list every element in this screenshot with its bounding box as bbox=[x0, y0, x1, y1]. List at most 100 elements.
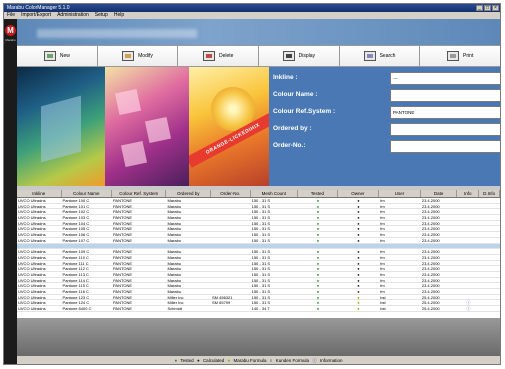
owner-marker-icon bbox=[338, 244, 380, 249]
table-cell: PANTONE bbox=[113, 203, 132, 209]
table-cell bbox=[62, 244, 112, 249]
table-cell: Marabu bbox=[167, 209, 182, 215]
menu-bar: File Import/Export Administration Setup … bbox=[4, 12, 500, 19]
table-cell: UVCO Ultradns bbox=[18, 209, 46, 215]
table-cell bbox=[479, 204, 500, 209]
table-cell: Pantone 115 C bbox=[62, 283, 89, 288]
column-header[interactable]: Tested bbox=[298, 190, 338, 197]
table-cell: PANTONE bbox=[113, 289, 132, 294]
calculated-marker-icon: ● bbox=[196, 358, 200, 363]
owner-marker-icon: ● bbox=[357, 249, 360, 254]
table-cell: 23.4.2000 bbox=[421, 254, 440, 260]
tested-marker-icon bbox=[298, 244, 338, 249]
table-cell bbox=[211, 289, 251, 294]
table-cell: 23.4.2000 bbox=[421, 249, 440, 254]
table-cell bbox=[479, 198, 500, 203]
table-cell: Pantone 105 C bbox=[62, 226, 90, 232]
column-header[interactable]: Owner bbox=[338, 190, 380, 197]
table-cell bbox=[479, 209, 500, 214]
table-cell: UVCO Ultradns bbox=[18, 232, 46, 237]
delete-button-label: Delete bbox=[218, 53, 234, 59]
table-cell: Pantone 124 C bbox=[62, 300, 90, 306]
table-cell bbox=[211, 244, 251, 249]
menu-setup[interactable]: Setup bbox=[95, 12, 108, 19]
table-cell: 150 - 31 S bbox=[251, 283, 271, 288]
table-body: UVCO Ultradns Pantone 100 C PANTONE Marabu 1… bbox=[17, 198, 500, 312]
order-no-field[interactable] bbox=[390, 140, 500, 153]
table-cell bbox=[479, 300, 500, 305]
column-header[interactable]: D.Info bbox=[479, 190, 500, 197]
menu-administration[interactable]: Administration bbox=[57, 12, 89, 19]
table-cell: Marabu bbox=[167, 237, 182, 243]
table-cell bbox=[211, 204, 251, 209]
column-header[interactable]: Info bbox=[457, 190, 480, 197]
column-header[interactable]: Mesh Count bbox=[251, 190, 299, 197]
owner-marker-icon: ● bbox=[357, 300, 360, 306]
minimize-icon[interactable]: _ bbox=[476, 5, 483, 11]
table-cell: Marabu bbox=[167, 266, 182, 271]
column-header[interactable]: Date bbox=[421, 190, 458, 197]
kunden-formula-marker-icon: ○ bbox=[269, 358, 273, 363]
application-window: Marabu ColorManager 5.1.0 _ □ × File Imp… bbox=[3, 3, 501, 365]
menu-help[interactable]: Help bbox=[114, 12, 124, 19]
search-button-label: Search bbox=[379, 53, 396, 59]
new-button-label: New bbox=[59, 53, 70, 59]
hero-image-strip: ORANGE-LICKEDIHIX bbox=[17, 67, 269, 186]
modify-button[interactable]: Modify bbox=[97, 46, 179, 66]
table-cell: PANTONE bbox=[113, 209, 132, 215]
menu-file[interactable]: File bbox=[7, 12, 15, 19]
column-header[interactable]: Colour Ref. System bbox=[112, 190, 167, 197]
inkline-field[interactable]: --- bbox=[390, 72, 500, 85]
table-row[interactable]: UVCO Ultradns Pantone 8400 C PANTONE Schmid… bbox=[17, 306, 500, 312]
new-button[interactable]: New bbox=[17, 46, 98, 66]
table-cell: Marabu bbox=[167, 226, 182, 232]
close-icon[interactable]: × bbox=[492, 5, 499, 11]
table-cell: Marabu bbox=[167, 289, 182, 294]
table-cell: Pantone 113 C bbox=[62, 271, 89, 277]
table-cell: 23.4.2000 bbox=[421, 289, 440, 294]
maximize-icon[interactable]: □ bbox=[484, 5, 491, 11]
colour-name-field[interactable] bbox=[390, 89, 500, 102]
table-footer-band bbox=[17, 318, 500, 356]
table-cell: 150 - 31 S bbox=[251, 260, 271, 266]
table-cell: UVCO Ultradns bbox=[18, 300, 46, 306]
table-cell: Pantone 106 C bbox=[62, 232, 90, 237]
table-cell bbox=[211, 209, 251, 214]
tested-marker-icon: ● bbox=[316, 306, 320, 311]
table-cell: Schmidt bbox=[167, 306, 182, 311]
form-row-inkline: Inkline : --- bbox=[269, 72, 500, 85]
print-button[interactable]: Print bbox=[420, 46, 500, 66]
search-button[interactable]: Search bbox=[339, 46, 421, 66]
table-cell: PANTONE bbox=[113, 232, 132, 237]
table-cell bbox=[479, 266, 500, 271]
column-header[interactable]: User bbox=[379, 190, 421, 197]
table-cell bbox=[112, 244, 166, 249]
column-header[interactable]: Ordered by bbox=[166, 190, 211, 197]
table-cell: Pantone 102 C bbox=[62, 209, 90, 215]
tested-marker-icon: ● bbox=[316, 271, 320, 277]
table-cell bbox=[211, 215, 251, 220]
hero-image-square bbox=[120, 140, 148, 168]
owner-marker-icon: ● bbox=[357, 289, 360, 294]
table-cell bbox=[479, 249, 500, 254]
table-cell: UVCO Ultradns bbox=[18, 306, 46, 311]
column-header[interactable]: Colour Name bbox=[62, 190, 112, 197]
delete-button[interactable]: Delete bbox=[178, 46, 260, 66]
table-cell bbox=[479, 261, 500, 266]
table-cell: UVCO Ultradns bbox=[18, 277, 46, 283]
tested-marker-icon: ● bbox=[316, 294, 320, 300]
left-brand-bar: M Marabu bbox=[4, 19, 17, 364]
menu-import-export[interactable]: Import/Export bbox=[21, 12, 51, 19]
table-cell: 23.4.2000 bbox=[421, 198, 440, 203]
owner-marker-icon: ● bbox=[357, 294, 360, 300]
table-cell: 23.4.2000 bbox=[421, 220, 440, 226]
table-cell bbox=[166, 244, 211, 249]
column-header[interactable]: Inkline bbox=[17, 190, 62, 197]
display-button[interactable]: Display bbox=[259, 46, 340, 66]
owner-marker-icon: ● bbox=[357, 209, 360, 215]
column-header[interactable]: Order-No. bbox=[211, 190, 251, 197]
ordered-by-field[interactable] bbox=[390, 123, 500, 136]
table-cell bbox=[479, 255, 500, 260]
colour-ref-system-field[interactable]: PANTONE bbox=[390, 106, 500, 119]
modify-icon bbox=[122, 51, 135, 61]
